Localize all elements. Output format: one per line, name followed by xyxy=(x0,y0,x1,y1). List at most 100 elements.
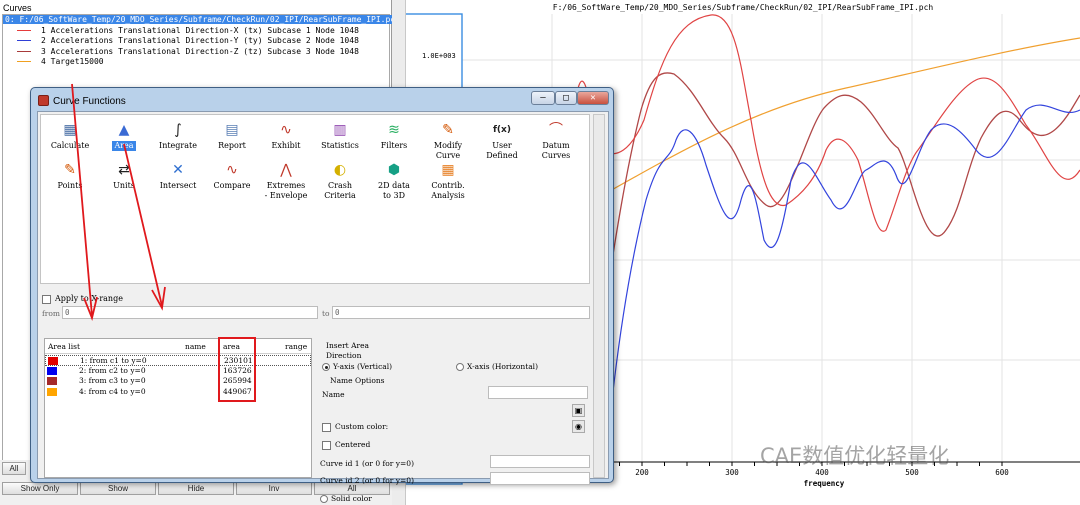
tool-area[interactable]: ▲ Area xyxy=(97,121,151,151)
tool-compare[interactable]: ∿ Compare xyxy=(205,161,259,191)
user-defined-icon: f(x) xyxy=(493,125,511,135)
tool-intersect[interactable]: ✕ Intersect xyxy=(151,161,205,191)
solid-color-radio[interactable] xyxy=(320,495,328,503)
tool-exhibit[interactable]: ∿ Exhibit xyxy=(259,121,313,151)
paste-icon[interactable]: ▣ xyxy=(572,404,585,417)
tool-calculate[interactable]: ▦ Calculate xyxy=(43,121,97,151)
tree-curve-item[interactable]: 4 Target15000 xyxy=(3,57,389,68)
tree-curve-label: 1 Accelerations Translational Direction-… xyxy=(41,25,359,35)
report-icon: ▤ xyxy=(225,122,239,138)
area-list-row[interactable]: 2: from c2 to y=0 163726 xyxy=(45,366,311,377)
insert-area-label: Insert Area xyxy=(326,341,369,350)
curves-show-only-button[interactable]: Show Only xyxy=(2,482,78,495)
area-icon: ▲ xyxy=(118,122,130,138)
x-axis-label: frequency xyxy=(804,479,845,488)
area-row-label: 3: from c3 to y=0 xyxy=(79,376,146,385)
x-axis-radio[interactable]: X-axis (Horizontal) xyxy=(456,362,538,371)
tool-label: User Defined xyxy=(486,141,518,160)
tool-label: Exhibit xyxy=(271,141,301,150)
curve-id1-input[interactable] xyxy=(490,455,590,468)
tree-curve-item[interactable]: 2 Accelerations Translational Direction-… xyxy=(3,36,389,47)
tool-points[interactable]: ✎ Points xyxy=(43,161,97,191)
x-axis-radio-label: X-axis (Horizontal) xyxy=(467,362,539,371)
x-tick-label: 300 xyxy=(725,468,739,477)
crash-criteria-icon: ◐ xyxy=(333,162,347,178)
name-options-label: Name Options xyxy=(330,376,385,385)
curves-inv-button[interactable]: Inv xyxy=(236,482,312,495)
units-icon: ⇄ xyxy=(118,162,130,178)
color-palette-icon[interactable]: ◉ xyxy=(572,420,585,433)
solid-color-label: Solid color xyxy=(331,494,372,503)
area-list-row[interactable]: 1: from c1 to y=0 230101 xyxy=(45,355,311,366)
tool-label: Statistics xyxy=(321,141,359,150)
to-input[interactable]: 0 xyxy=(332,306,590,319)
tool-user-defined[interactable]: f(x) User Defined xyxy=(475,121,529,161)
y-axis-radio[interactable]: Y-axis (Vertical) xyxy=(322,362,392,371)
tool-statistics[interactable]: ▥ Statistics xyxy=(313,121,367,151)
centered-checkbox[interactable] xyxy=(322,440,331,450)
tree-curve-item[interactable]: 1 Accelerations Translational Direction-… xyxy=(3,26,389,37)
watermark: CAE数值优化轻量化 xyxy=(760,444,950,468)
all-button-small[interactable]: All xyxy=(2,462,26,475)
apply-x-range-row[interactable]: Apply to X-range xyxy=(42,294,123,304)
tool-contrib-analysis[interactable]: ▦ Contrib. Analysis xyxy=(421,161,475,201)
curve-z-brown xyxy=(605,72,1080,301)
area-list-header: Area list xyxy=(48,342,80,351)
tool-label: 2D data to 3D xyxy=(378,181,410,200)
tool-label: Units xyxy=(113,181,135,190)
curve-color-swatch xyxy=(17,40,31,42)
app-icon xyxy=(38,95,49,106)
tool-label: Compare xyxy=(213,181,251,190)
area-row-label: 2: from c2 to y=0 xyxy=(79,365,146,375)
area-list-row[interactable]: 3: from c3 to y=0 265994 xyxy=(45,376,311,387)
custom-color-checkbox[interactable] xyxy=(322,422,331,432)
tool-filters[interactable]: ≋ Filters xyxy=(367,121,421,151)
exhibit-icon: ∿ xyxy=(280,122,292,138)
apply-x-range-checkbox[interactable] xyxy=(42,294,51,304)
x-axis-radio-dot[interactable] xyxy=(456,363,464,371)
tool-crash-criteria[interactable]: ◐ Crash Criteria xyxy=(313,161,367,201)
area-list-row[interactable]: 4: from c4 to y=0 449067 xyxy=(45,387,311,398)
calculate-icon: ▦ xyxy=(63,122,77,138)
filters-icon: ≋ xyxy=(388,122,400,138)
tree-root-file[interactable]: 0: F:/06_SoftWare_Temp/20_MDO_Series/Sub… xyxy=(3,15,402,26)
curves-show-button[interactable]: Show xyxy=(80,482,156,495)
modify-curve-icon: ✎ xyxy=(442,122,454,138)
dialog-title: Curve Functions xyxy=(53,96,126,107)
curve-id2-input[interactable] xyxy=(490,472,590,485)
tool-datum-curves[interactable]: ⌒ Datum Curves xyxy=(529,121,583,161)
minimize-icon[interactable]: – xyxy=(531,91,555,105)
tool-label: Filters xyxy=(380,141,408,150)
x-tick-label: 200 xyxy=(635,468,649,477)
name-column-header[interactable]: name xyxy=(185,342,206,351)
range-column-header[interactable]: range xyxy=(285,342,307,351)
solid-color-row[interactable]: Solid color xyxy=(320,494,372,503)
y-axis-radio-dot[interactable] xyxy=(322,363,330,371)
tool-label: Contrib. Analysis xyxy=(431,181,465,200)
dialog-body: ▦ Calculate ▲ Area ∫ Integrate ▤ Report ∿ Exhibit… xyxy=(37,111,609,503)
dialog-scrollbar[interactable] xyxy=(593,114,605,478)
tool-integrate[interactable]: ∫ Integrate xyxy=(151,121,205,151)
area-list-table[interactable]: Area list name area range 1: from c1 to … xyxy=(44,338,312,478)
close-icon[interactable]: ✕ xyxy=(577,91,609,105)
from-input[interactable]: 0 xyxy=(62,306,318,319)
maximize-icon[interactable]: □ xyxy=(555,91,577,105)
tool-label: Modify Curve xyxy=(433,141,463,160)
custom-color-row[interactable]: Custom color: xyxy=(322,422,388,432)
y-axis-radio-label: Y-axis (Vertical) xyxy=(333,362,393,371)
curves-hide-button[interactable]: Hide xyxy=(158,482,234,495)
tool-modify-curve[interactable]: ✎ Modify Curve xyxy=(421,121,475,161)
tool-report[interactable]: ▤ Report xyxy=(205,121,259,151)
tool-label: Report xyxy=(218,141,246,150)
tool-label: Integrate xyxy=(159,141,197,150)
tool-units[interactable]: ⇄ Units xyxy=(97,161,151,191)
contrib-analysis-icon: ▦ xyxy=(441,162,455,178)
area-options-panel: Insert Area Direction Y-axis (Vertical) … xyxy=(320,338,594,503)
tool-extremes-envelope[interactable]: ⋀ Extremes - Envelope xyxy=(259,161,313,201)
tool-2d-data-to-3d[interactable]: ⬢ 2D data to 3D xyxy=(367,161,421,201)
centered-row[interactable]: Centered xyxy=(322,440,370,450)
tree-curve-item[interactable]: 3 Accelerations Translational Direction-… xyxy=(3,47,389,58)
name-input[interactable] xyxy=(488,386,588,399)
tool-label: Area xyxy=(112,141,136,151)
statistics-icon: ▥ xyxy=(333,122,347,138)
